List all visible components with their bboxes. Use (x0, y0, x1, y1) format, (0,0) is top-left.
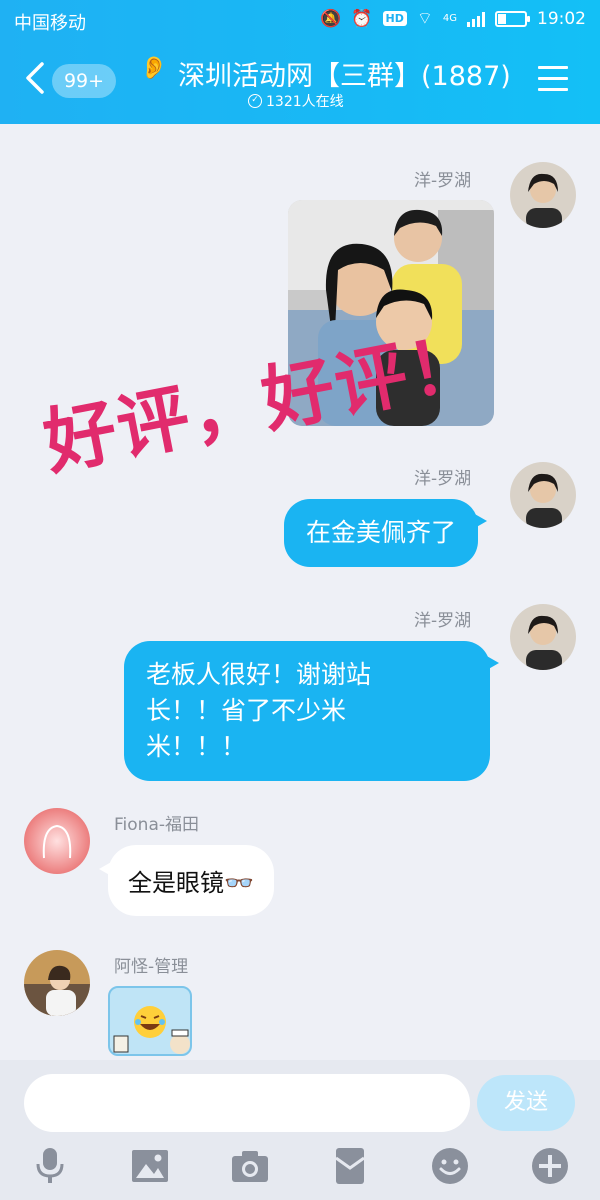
avatar[interactable] (510, 604, 576, 670)
avatar[interactable] (510, 162, 576, 228)
ear-icon: 👂 (140, 56, 168, 81)
sender-name: 阿怪-管理 (114, 957, 189, 977)
message-line: 长！！省了不少米 (146, 696, 347, 725)
chat-title: 深圳活动网【三群】(1887) (178, 61, 511, 92)
send-button[interactable]: 发送 (477, 1075, 575, 1131)
status-bar: 中国移动 🔕 ⏰ HD ⌔ 4G 19:02 (0, 0, 600, 40)
message-line: 老板人很好！谢谢站 (146, 660, 372, 689)
carrier-label: 中国移动 (14, 13, 86, 34)
unread-badge[interactable]: 99+ (52, 64, 116, 98)
sender-name: Fiona-福田 (114, 815, 199, 835)
menu-icon[interactable] (538, 66, 568, 94)
message-input[interactable] (24, 1074, 470, 1132)
overlay-text: 好评，好评！ (37, 317, 490, 486)
hd-badge: HD (382, 11, 407, 26)
wifi-icon: ⌔ (416, 9, 433, 29)
composer-bar: 发送 (0, 1060, 600, 1200)
back-arrow-icon[interactable] (22, 60, 50, 96)
check-circle-icon: ✓ (248, 94, 262, 108)
battery-icon (495, 10, 530, 27)
status-icons: 🔕 ⏰ HD ⌔ 4G 19:02 (320, 8, 586, 30)
online-status: ✓ 1321人在线 (248, 91, 344, 111)
message-bubble[interactable]: 老板人很好！谢谢站 长！！省了不少米 米！！！ (124, 641, 499, 781)
red-packet-icon[interactable] (330, 1146, 370, 1186)
avatar[interactable] (24, 950, 90, 1016)
image-icon[interactable] (130, 1146, 170, 1186)
microphone-icon[interactable] (30, 1146, 70, 1186)
signal-icon (467, 11, 485, 27)
sender-name: 洋-罗湖 (414, 611, 472, 631)
plus-icon[interactable] (530, 1146, 570, 1186)
avatar[interactable] (510, 462, 576, 528)
message-line: 米！！！ (146, 732, 247, 761)
network-label: 4G (442, 13, 457, 24)
camera-icon[interactable] (230, 1146, 270, 1186)
avatar[interactable] (24, 808, 90, 874)
mute-icon: 🔕 (320, 8, 342, 29)
alarm-icon: ⏰ (351, 8, 373, 29)
online-count: 1321人在线 (266, 94, 344, 110)
top-bar: 中国移动 🔕 ⏰ HD ⌔ 4G 19:02 99+ 👂 深圳活动网【三群】(1… (0, 0, 600, 124)
message-bubble[interactable]: 在金美佩齐了 (284, 499, 488, 567)
message-bubble[interactable]: 全是眼镜👓 (99, 845, 274, 916)
emoji-sticker[interactable] (108, 986, 192, 1056)
emoji-icon[interactable] (430, 1146, 470, 1186)
clock-label: 19:02 (537, 8, 586, 29)
sender-name: 洋-罗湖 (414, 171, 472, 191)
sender-name: 洋-罗湖 (414, 469, 472, 489)
